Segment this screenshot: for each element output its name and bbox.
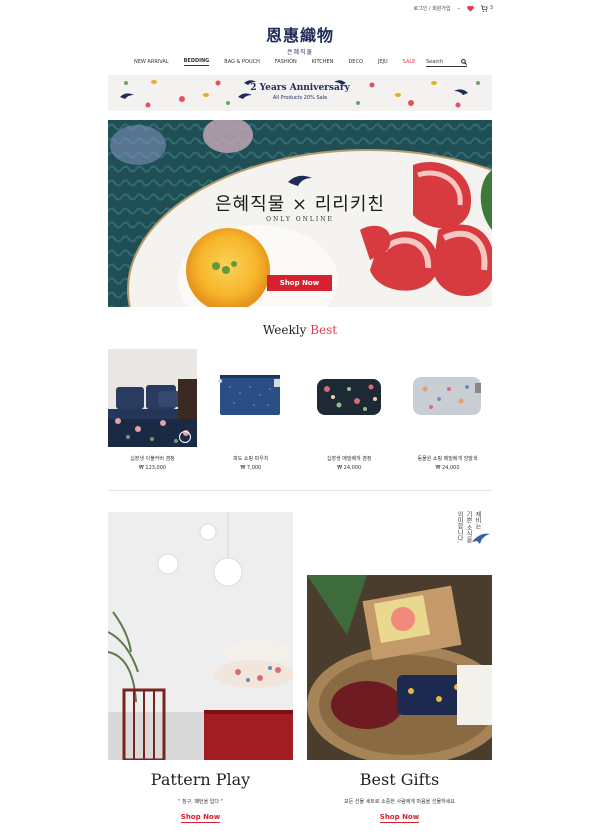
search-box (426, 57, 467, 67)
pouch-image (206, 349, 296, 447)
product-name[interactable]: 십장생 메밀베개 겸정 (305, 455, 394, 462)
hero-shop-now-button[interactable]: Shop Now (267, 275, 332, 291)
pattern-play-shop-now-label[interactable]: Shop Now (180, 813, 221, 823)
section-divider (108, 490, 492, 491)
banner-title: 2 Years Anniversary (250, 83, 350, 93)
cart-button[interactable]: 3 (480, 4, 493, 12)
hero-banner[interactable]: 은혜직물 × 리리키친 ONLY ONLINE Shop Now (108, 120, 492, 307)
pattern-play-image[interactable] (108, 512, 293, 760)
best-gifts-shop-now-label[interactable]: Shop Now (379, 813, 420, 823)
banner-pattern (120, 80, 480, 108)
product-image[interactable] (206, 349, 296, 447)
product-name[interactable]: 동물원 쇼핑 메밀베개 앙발색 (403, 455, 492, 462)
swallow-icon (472, 533, 490, 544)
nav-kitchen[interactable]: KITCHEN (312, 59, 334, 65)
weekly-title-accent: Best (310, 323, 338, 337)
product-list: 십장생 이불커버 겸정 ₩ 123,000 파도 쇼핑 파우치 ₩ 7,000 (108, 349, 492, 471)
product-card[interactable]: 십장생 이불커버 겸정 ₩ 123,000 (108, 349, 197, 471)
logo-hangul: 은혜직물 (286, 49, 314, 56)
product-price: ₩ 123,000 (138, 465, 167, 471)
tagline-line-3: 의미합니다. (456, 511, 463, 543)
cart-icon (480, 4, 488, 12)
best-gifts-desc: 모든 선물 세트로 소중한 사람에게 마음을 선물하세요 (344, 799, 455, 805)
nav-new-arrival[interactable]: NEW ARRIVAL (134, 59, 169, 65)
best-gifts-shop-now-link[interactable]: Shop Now (307, 813, 492, 823)
product-image[interactable] (304, 349, 394, 447)
hero-subtitle: ONLY ONLINE (266, 216, 334, 223)
pattern-play-shop-now-link[interactable]: Shop Now (108, 813, 293, 823)
product-price: ₩ 7,000 (240, 465, 262, 471)
product-name[interactable]: 십장생 이불커버 겸정 (108, 455, 197, 462)
bedroom-photo (108, 512, 293, 760)
heart-icon[interactable] (467, 5, 474, 12)
pillow-image (402, 349, 492, 447)
banner-subtitle: All Products 20% Sale (272, 95, 328, 101)
product-card[interactable]: 동물원 쇼핑 메밀베개 앙발색 ₩ 24,000 (402, 349, 492, 471)
wishlist-button[interactable] (179, 431, 191, 443)
search-input[interactable] (426, 58, 456, 65)
weekly-title-main: Weekly (262, 323, 307, 337)
product-name[interactable]: 파도 쇼핑 파우치 (206, 455, 295, 462)
product-image[interactable] (108, 349, 197, 447)
product-price: ₩ 24,000 (337, 465, 362, 471)
pattern-play-title: Pattern Play (150, 770, 251, 789)
search-icon[interactable] (461, 58, 467, 65)
product-price: ₩ 24,000 (435, 465, 460, 471)
login-join-link[interactable]: 로그인 / 회원가입 (414, 5, 451, 12)
nav-sale[interactable]: SALE (403, 59, 416, 65)
best-gifts-image[interactable] (307, 575, 492, 760)
product-card[interactable]: 파도 쇼핑 파우치 ₩ 7,000 (206, 349, 387, 471)
nav-bag-pouch[interactable]: BAG & POUCH (224, 59, 260, 65)
anniversary-banner[interactable]: 2 Years Anniversary All Products 20% Sal… (108, 75, 492, 111)
pillow-image (304, 349, 394, 447)
cart-count: 3 (489, 5, 493, 11)
nav-deco[interactable]: DECO (348, 59, 362, 65)
nav-jeju[interactable]: JEJU (378, 59, 388, 65)
logo-hanja: 恩惠織物 (265, 26, 334, 45)
nav-bedding[interactable]: BEDDING (183, 58, 210, 66)
gift-photo (307, 575, 492, 760)
pattern-play-desc: " 침구, 패턴을 입다 " (178, 799, 223, 805)
utility-bar: 로그인 / 회원가입 ⌄ 3 (414, 4, 493, 12)
weekly-best-title: Weekly Best (0, 323, 600, 337)
best-gifts-title: Best Gifts (359, 770, 440, 789)
product-card[interactable]: 십장생 메밀베개 겸정 ₩ 24,000 (304, 349, 394, 471)
main-nav: NEW ARRIVAL BEDDING BAG & POUCH FASHION … (134, 57, 430, 67)
product-image[interactable] (402, 349, 492, 447)
site-logo[interactable]: 恩惠織物 은혜직물 (0, 22, 600, 56)
nav-fashion[interactable]: FASHION (275, 59, 297, 65)
chevron-down-icon[interactable]: ⌄ (457, 5, 461, 11)
hero-title: 은혜직물 × 리리키친 (214, 194, 385, 215)
